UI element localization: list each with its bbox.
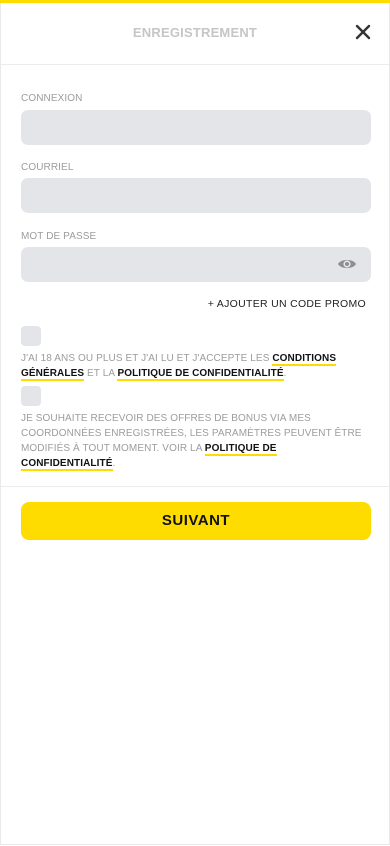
- marketing-text: JE SOUHAITE RECEVOIR DES OFFRES DE BONUS…: [21, 411, 366, 471]
- terms-checkbox[interactable]: [21, 326, 41, 346]
- modal-title: ENREGISTREMENT: [132, 25, 258, 40]
- marketing-text-before: JE SOUHAITE RECEVOIR DES OFFRES DE BONUS…: [21, 413, 362, 454]
- close-icon[interactable]: [354, 23, 372, 41]
- eye-icon[interactable]: [337, 257, 357, 271]
- terms-text: J'AI 18 ANS OU PLUS ET J'AI LU ET J'ACCE…: [21, 351, 366, 381]
- username-label: CONNEXION: [21, 93, 83, 104]
- next-button[interactable]: SUIVANT: [21, 502, 371, 540]
- terms-text-before: J'AI 18 ANS OU PLUS ET J'AI LU ET J'ACCE…: [21, 353, 273, 364]
- add-promo-code-link[interactable]: + AJOUTER UN CODE PROMO: [208, 298, 366, 310]
- email-label: COURRIEL: [21, 162, 74, 173]
- marketing-checkbox[interactable]: [21, 386, 41, 406]
- terms-text-middle: ET LA: [84, 368, 118, 379]
- password-label: MOT DE PASSE: [21, 231, 97, 242]
- terms-privacy-link[interactable]: POLITIQUE DE CONFIDENTIALITÉ: [117, 368, 284, 381]
- email-input[interactable]: [21, 178, 371, 213]
- marketing-text-after: .: [112, 458, 116, 469]
- footer-divider: [0, 486, 390, 487]
- password-input[interactable]: [21, 247, 371, 282]
- username-input[interactable]: [21, 110, 371, 145]
- modal-header: ENREGISTREMENT: [0, 3, 390, 65]
- terms-text-after: .: [283, 368, 287, 379]
